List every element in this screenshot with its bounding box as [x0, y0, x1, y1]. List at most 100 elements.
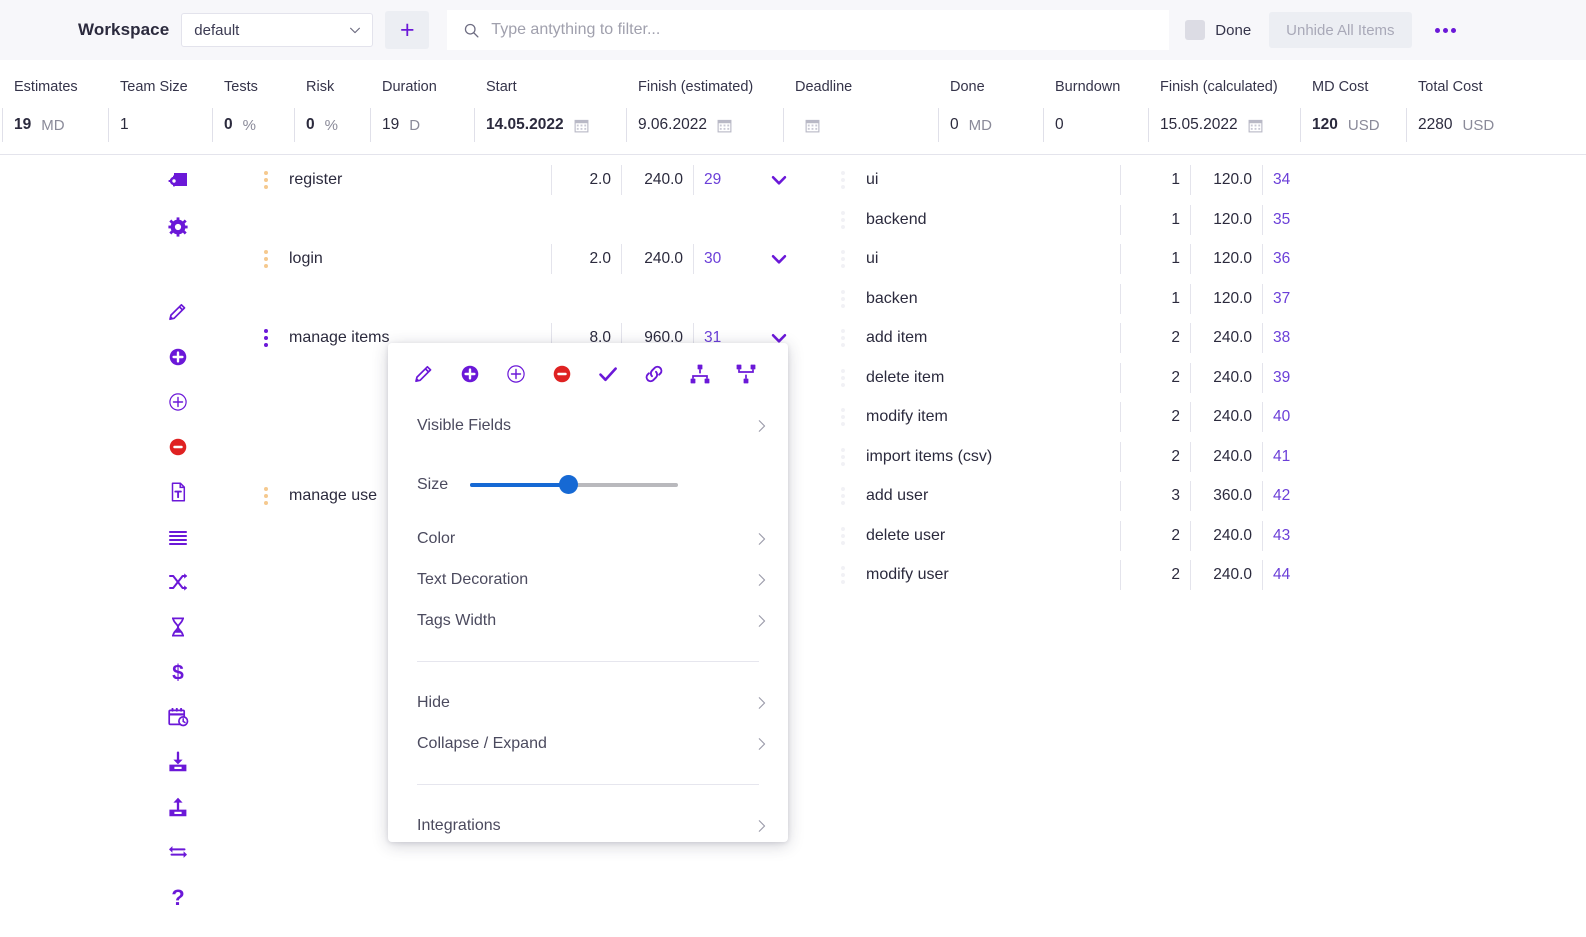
summary-value-field[interactable]: 19 D [370, 108, 472, 142]
calendar-icon[interactable] [1248, 118, 1263, 133]
drag-handle[interactable] [832, 290, 854, 308]
done-checkbox[interactable] [1185, 20, 1206, 40]
drag-handle[interactable] [832, 448, 854, 466]
ctx-tool-link[interactable] [640, 360, 668, 388]
calendar-icon[interactable] [717, 118, 732, 133]
task-estimate[interactable]: 2 [1120, 402, 1190, 432]
summary-value-field[interactable]: 9.06.2022 [626, 108, 781, 142]
task-row[interactable]: add user 3 360.0 42 [832, 476, 1312, 516]
task-estimate[interactable]: 2 [1120, 521, 1190, 551]
task-cost[interactable]: 240.0 [1190, 442, 1262, 472]
task-cost[interactable]: 360.0 [1190, 481, 1262, 511]
task-row[interactable]: login 2.0 240.0 30 [255, 239, 815, 279]
task-row[interactable]: delete item 2 240.0 39 [832, 358, 1312, 398]
task-estimate[interactable]: 2 [1120, 560, 1190, 590]
task-name[interactable]: delete item [854, 369, 1120, 387]
sidebar-button-question-mark[interactable]: ? [158, 875, 198, 919]
context-menu-item-hide[interactable]: Hide [388, 682, 788, 723]
ctx-tool-pencil[interactable] [410, 360, 438, 388]
task-cost[interactable]: 240.0 [1190, 323, 1262, 353]
drag-handle[interactable] [832, 487, 854, 505]
task-row[interactable]: delete user 2 240.0 43 [832, 516, 1312, 556]
task-estimate[interactable]: 1 [1120, 165, 1190, 195]
context-menu-item-visible-fields[interactable]: Visible Fields [388, 405, 788, 446]
drag-handle[interactable] [832, 211, 854, 229]
summary-value-field[interactable]: 0 [1043, 108, 1146, 142]
task-estimate[interactable]: 1 [1120, 244, 1190, 274]
ctx-tool-minus-circle-red[interactable] [548, 360, 576, 388]
task-row[interactable]: backend 1 120.0 35 [832, 200, 1312, 240]
task-name[interactable]: modify user [854, 566, 1120, 584]
ctx-tool-check[interactable] [594, 360, 622, 388]
task-estimate[interactable]: 2 [1120, 323, 1190, 353]
task-name[interactable]: modify item [854, 408, 1120, 426]
summary-value-field[interactable]: 0% [294, 108, 368, 142]
drag-handle[interactable] [832, 527, 854, 545]
sidebar-button-shuffle[interactable] [158, 560, 198, 604]
sidebar-button-file-text[interactable] [158, 470, 198, 514]
task-cost[interactable]: 240.0 [621, 165, 693, 195]
task-cost[interactable]: 120.0 [1190, 205, 1262, 235]
task-name[interactable]: add item [854, 329, 1120, 347]
context-menu-item-text-decoration[interactable]: Text Decoration [388, 559, 788, 600]
context-menu-item-integrations[interactable]: Integrations [388, 805, 788, 846]
task-estimate[interactable]: 3 [1120, 481, 1190, 511]
sidebar-button-settings-panel[interactable] [158, 160, 198, 204]
drag-handle[interactable] [255, 329, 277, 347]
more-options-button[interactable] [1428, 15, 1464, 45]
summary-value-field[interactable]: 0 MD [938, 108, 1041, 142]
task-row[interactable]: add item 2 240.0 38 [832, 318, 1312, 358]
size-slider[interactable] [470, 475, 679, 494]
sidebar-button-list-lines[interactable] [158, 515, 198, 559]
summary-value-field[interactable]: 120 USD [1300, 108, 1404, 142]
task-name[interactable]: import items (csv) [854, 448, 1120, 466]
summary-value-field[interactable]: 1 [108, 108, 210, 142]
task-name[interactable]: login [277, 250, 551, 268]
task-row[interactable]: ui 1 120.0 36 [832, 239, 1312, 279]
task-name[interactable]: delete user [854, 527, 1120, 545]
calendar-icon[interactable] [805, 118, 820, 133]
slider-knob[interactable] [558, 475, 578, 494]
context-menu-item-color[interactable]: Color [388, 518, 788, 559]
drag-handle[interactable] [832, 171, 854, 189]
sidebar-button-dollar[interactable]: $ [158, 650, 198, 694]
calendar-icon[interactable] [574, 118, 589, 133]
task-row[interactable]: modify user 2 240.0 44 [832, 555, 1312, 595]
summary-value-field[interactable]: 15.05.2022 [1148, 108, 1298, 142]
task-cost[interactable]: 240.0 [1190, 363, 1262, 393]
drag-handle[interactable] [832, 329, 854, 347]
expand-toggle[interactable] [743, 248, 815, 270]
task-cost[interactable]: 240.0 [1190, 402, 1262, 432]
task-cost[interactable]: 240.0 [1190, 560, 1262, 590]
task-cost[interactable]: 240.0 [1190, 521, 1262, 551]
ctx-tool-hierarchy-up[interactable] [732, 360, 760, 388]
task-row[interactable]: modify item 2 240.0 40 [832, 397, 1312, 437]
task-estimate[interactable]: 2 [1120, 442, 1190, 472]
summary-value-field[interactable] [783, 108, 936, 142]
task-row[interactable]: ui 1 120.0 34 [832, 160, 1312, 200]
unhide-all-items-button[interactable]: Unhide All Items [1269, 12, 1412, 48]
sidebar-button-pencil[interactable] [158, 290, 198, 334]
task-cost[interactable]: 120.0 [1190, 244, 1262, 274]
drag-handle[interactable] [832, 369, 854, 387]
drag-handle[interactable] [832, 566, 854, 584]
task-name[interactable]: backend [854, 211, 1120, 229]
task-estimate[interactable]: 1 [1120, 205, 1190, 235]
task-name[interactable]: backen [854, 290, 1120, 308]
sidebar-button-minus-circle-red[interactable] [158, 425, 198, 469]
summary-value-field[interactable]: 14.05.2022 [474, 108, 624, 142]
sidebar-button-plus-circle-filled[interactable] [158, 335, 198, 379]
ctx-tool-hierarchy-down[interactable] [686, 360, 714, 388]
task-cost[interactable]: 120.0 [1190, 165, 1262, 195]
task-estimate[interactable]: 1 [1120, 284, 1190, 314]
sidebar-button-arrows-exchange[interactable] [158, 830, 198, 874]
sidebar-button-plus-circle-outline[interactable] [158, 380, 198, 424]
task-name[interactable]: add user [854, 487, 1120, 505]
task-row[interactable]: register 2.0 240.0 29 [255, 160, 815, 200]
task-name[interactable]: ui [854, 250, 1120, 268]
task-estimate[interactable]: 2.0 [551, 165, 621, 195]
task-estimate[interactable]: 2.0 [551, 244, 621, 274]
ctx-tool-plus-circle-outline[interactable] [502, 360, 530, 388]
task-cost[interactable]: 120.0 [1190, 284, 1262, 314]
summary-value-field[interactable]: 19 MD [2, 108, 106, 142]
